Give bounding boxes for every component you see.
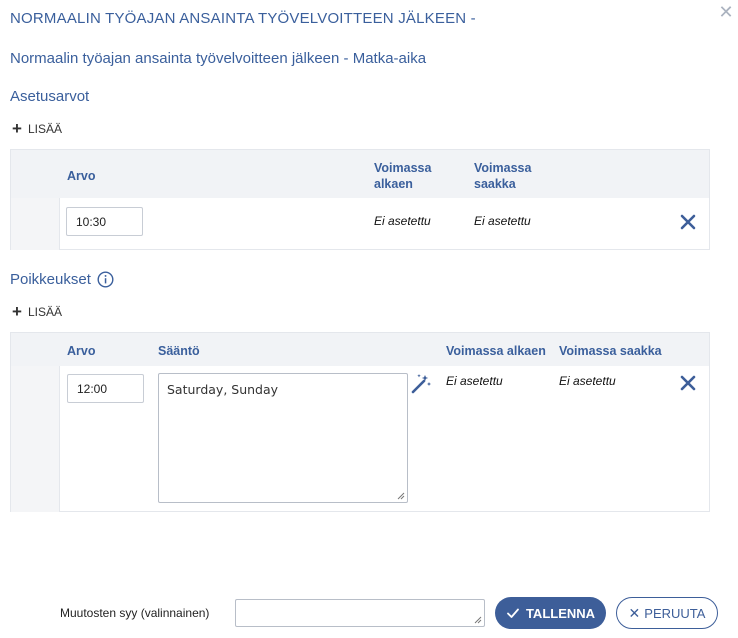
settings-table-header: Arvo Voimassa alkaen Voimassa saakka (11, 150, 709, 198)
info-icon[interactable] (97, 271, 114, 288)
resize-handle-icon[interactable] (397, 492, 405, 500)
exceptions-col-rule: Sääntö (158, 344, 200, 358)
cancel-label: PERUUTA (644, 605, 706, 621)
resize-handle-icon[interactable] (474, 616, 482, 624)
exceptions-rule-text: Saturday, Sunday (167, 382, 279, 397)
settings-col-valid-from: Voimassa alkaen (374, 161, 432, 191)
exceptions-valid-to: Ei asetettu (559, 374, 616, 388)
settings-add-button[interactable]: + LISÄÄ (12, 120, 62, 137)
close-icon[interactable]: ✕ (716, 2, 736, 22)
exceptions-value-input[interactable]: 12:00 (67, 374, 144, 403)
settings-table: Arvo Voimassa alkaen Voimassa saakka 10:… (10, 149, 710, 250)
x-delete-icon[interactable] (678, 212, 698, 232)
exceptions-add-button[interactable]: + LISÄÄ (12, 303, 62, 320)
exceptions-heading-wrap: Poikkeukset (10, 271, 114, 288)
exceptions-heading: Poikkeukset (10, 271, 91, 288)
exceptions-col-valid-from: Voimassa alkaen (446, 344, 546, 358)
dialog-subtitle: Normaalin työajan ansainta työvelvoittee… (10, 50, 427, 67)
settings-heading: Asetusarvot (10, 88, 90, 105)
reason-label: Muutosten syy (valinnainen) (60, 606, 210, 620)
settings-add-label: LISÄÄ (27, 121, 62, 136)
settings-value-input[interactable]: 10:30 (66, 207, 143, 236)
save-label: TALLENNA (525, 605, 596, 621)
exceptions-rule-textarea[interactable]: Saturday, Sunday (158, 373, 408, 503)
dialog-title: NORMAALIN TYÖAJAN ANSAINTA TYÖVELVOITTEE… (10, 10, 476, 27)
plus-icon: + (12, 302, 22, 321)
exceptions-table: Arvo Sääntö Voimassa alkaen Voimassa saa… (10, 332, 710, 512)
exceptions-col-valid-to: Voimassa saakka (559, 344, 662, 358)
plus-icon: + (12, 119, 22, 138)
exceptions-valid-from: Ei asetettu (446, 374, 503, 388)
save-button[interactable]: TALLENNA (495, 597, 606, 629)
reason-input[interactable] (235, 599, 485, 627)
settings-valid-to: Ei asetettu (474, 214, 531, 228)
close-icon: ✕ (628, 604, 641, 621)
exceptions-add-label: LISÄÄ (27, 304, 62, 319)
settings-col-valid-to: Voimassa saakka (474, 161, 532, 191)
cancel-button[interactable]: ✕ PERUUTA (616, 597, 718, 629)
settings-valid-from: Ei asetettu (374, 214, 431, 228)
exceptions-col-value: Arvo (67, 344, 96, 358)
exceptions-table-header: Arvo Sääntö Voimassa alkaen Voimassa saa… (11, 333, 709, 366)
settings-col-value: Arvo (67, 169, 96, 183)
settings-row-gutter (11, 198, 60, 250)
x-delete-icon[interactable] (678, 373, 698, 393)
exceptions-row-gutter (11, 366, 60, 512)
check-icon (507, 608, 519, 618)
magic-wand-icon[interactable] (410, 373, 432, 395)
